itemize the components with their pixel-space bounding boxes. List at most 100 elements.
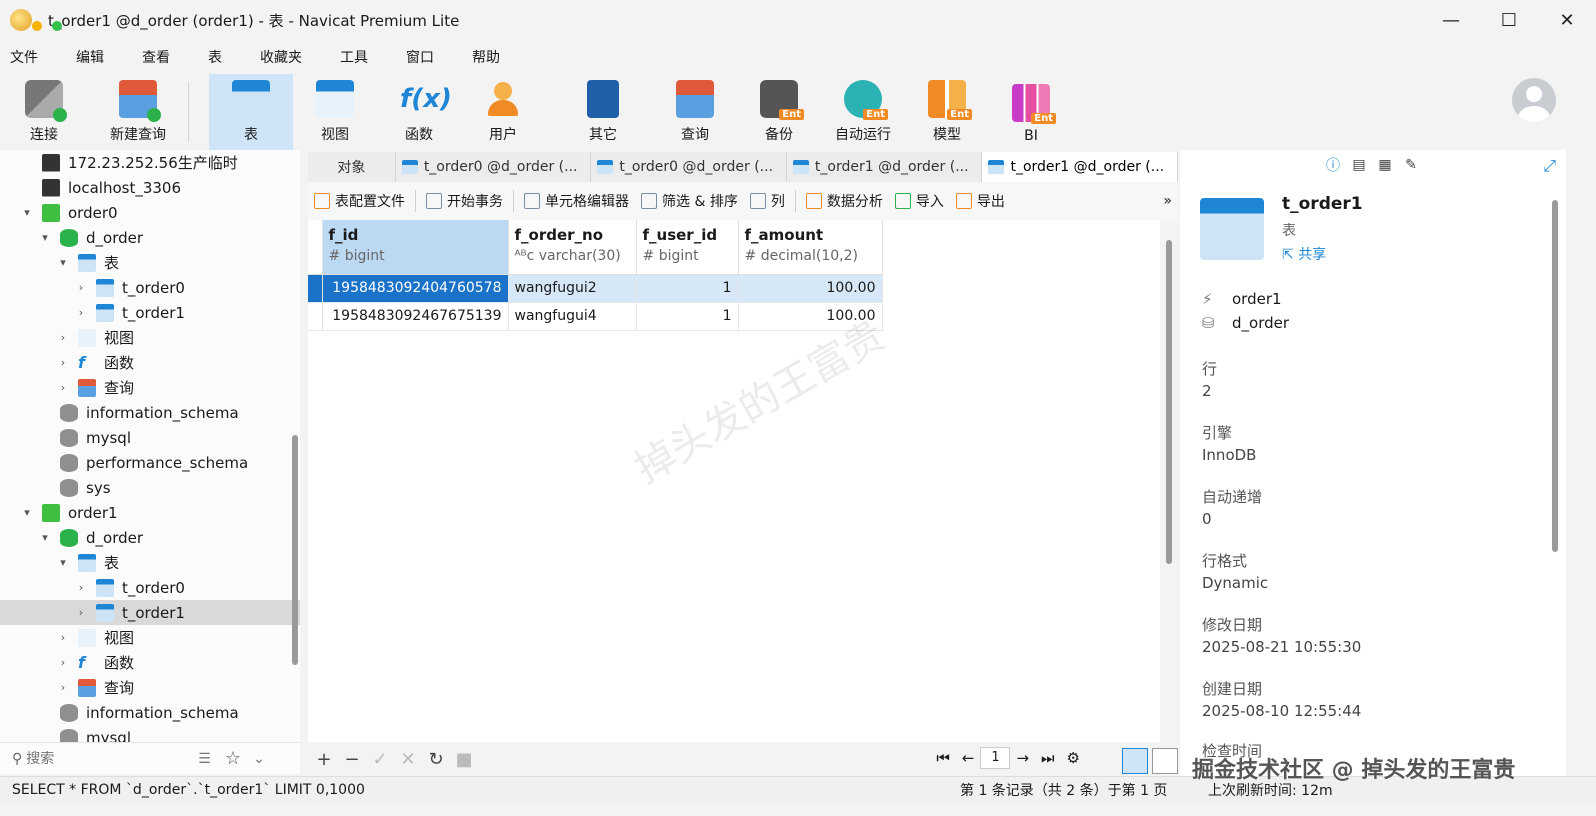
tab-t-order1-1[interactable]: t_order1 @d_order (... bbox=[787, 152, 983, 182]
import-button[interactable]: 导入 bbox=[889, 191, 950, 211]
table-cell[interactable]: 100.00 bbox=[738, 274, 883, 303]
tab-t-order0-1[interactable]: t_order0 @d_order (... bbox=[396, 152, 592, 182]
menu-table[interactable]: 表 bbox=[196, 47, 234, 67]
chevron-right-icon[interactable]: › bbox=[56, 331, 70, 344]
grid-scrollbar[interactable] bbox=[1166, 240, 1172, 564]
tree-database-d-order[interactable]: ▾ d_order bbox=[0, 525, 300, 550]
tab-objects[interactable]: 对象 bbox=[308, 152, 396, 182]
tree-connection-order0[interactable]: ▾ order0 bbox=[0, 200, 300, 225]
ent-feature-icon[interactable]: ✎ bbox=[1398, 154, 1424, 176]
info-panel-scrollbar[interactable] bbox=[1552, 200, 1558, 552]
tree-database-information-schema[interactable]: information_schema bbox=[0, 700, 300, 725]
chevron-right-icon[interactable]: › bbox=[56, 356, 70, 369]
share-button[interactable]: ⇱ 共享 bbox=[1282, 244, 1326, 264]
prev-page-button[interactable]: ← bbox=[962, 749, 975, 767]
view-button[interactable]: 视图 bbox=[293, 74, 377, 150]
chevron-right-icon[interactable]: › bbox=[74, 606, 88, 619]
chevron-right-icon[interactable]: › bbox=[74, 581, 88, 594]
menu-edit[interactable]: 编辑 bbox=[64, 47, 116, 67]
chevron-down-icon[interactable]: ▾ bbox=[38, 231, 52, 244]
add-record-button[interactable]: + bbox=[310, 749, 338, 770]
user-avatar[interactable] bbox=[1512, 78, 1556, 122]
chevron-down-icon[interactable]: ▾ bbox=[38, 531, 52, 544]
column-header-f-order-no[interactable]: f_order_no ᴬᴮc varchar(30) bbox=[508, 220, 637, 275]
tab-t-order1-active[interactable]: t_order1 @d_order (... bbox=[982, 152, 1178, 182]
info-icon[interactable]: ⓘ bbox=[1320, 154, 1346, 176]
close-button[interactable]: ✕ bbox=[1538, 0, 1596, 40]
tree-database-information-schema[interactable]: information_schema bbox=[0, 400, 300, 425]
chevron-right-icon[interactable]: › bbox=[56, 381, 70, 394]
table-cell[interactable]: 1 bbox=[636, 274, 739, 303]
maximize-button[interactable]: ☐ bbox=[1480, 0, 1538, 40]
more-button[interactable]: » bbox=[1157, 193, 1178, 209]
connect-button[interactable]: 连接 bbox=[0, 74, 88, 150]
expand-icon[interactable]: ⤢ bbox=[1543, 156, 1556, 176]
chevron-down-icon[interactable]: ▾ bbox=[56, 556, 70, 569]
tree-table-t-order1[interactable]: › t_order1 bbox=[0, 300, 300, 325]
chevron-right-icon[interactable]: › bbox=[74, 306, 88, 319]
table-cell[interactable]: 1 bbox=[636, 302, 739, 331]
tree-folder-functions[interactable]: › f 函数 bbox=[0, 350, 300, 375]
columns-button[interactable]: 列 bbox=[744, 191, 791, 211]
table-cell[interactable]: 1958483092404760578 bbox=[322, 274, 509, 303]
first-page-button[interactable]: ⏮ bbox=[936, 749, 950, 767]
filter-icon[interactable]: ☰ bbox=[198, 751, 211, 767]
new-query-button[interactable]: 新建查询 bbox=[88, 74, 188, 150]
chevron-right-icon[interactable]: › bbox=[56, 631, 70, 644]
column-header-f-amount[interactable]: f_amount # decimal(10,2) bbox=[738, 220, 883, 275]
delete-record-button[interactable]: − bbox=[338, 749, 366, 770]
table-cell[interactable]: wangfugui4 bbox=[508, 302, 637, 331]
chevron-down-icon[interactable]: ▾ bbox=[20, 206, 34, 219]
menu-window[interactable]: 窗口 bbox=[394, 47, 446, 67]
table-row[interactable]: 1958483092404760578 wangfugui2 1 100.00 bbox=[308, 274, 883, 303]
chevron-down-icon[interactable]: ▾ bbox=[56, 256, 70, 269]
chevron-right-icon[interactable]: › bbox=[74, 281, 88, 294]
sidebar-scrollbar[interactable] bbox=[292, 435, 298, 665]
grid-view-button[interactable] bbox=[1122, 748, 1148, 774]
sidebar-search-input[interactable] bbox=[26, 750, 187, 767]
form-view-button[interactable] bbox=[1152, 748, 1178, 774]
backup-button[interactable]: Ent 备份 bbox=[737, 74, 821, 150]
minimize-button[interactable]: — bbox=[1422, 0, 1480, 40]
tree-table-t-order1-selected[interactable]: › t_order1 bbox=[0, 600, 300, 625]
refresh-button[interactable]: ↻ bbox=[422, 749, 450, 770]
tree-folder-tables[interactable]: ▾ 表 bbox=[0, 250, 300, 275]
chevron-right-icon[interactable]: › bbox=[56, 681, 70, 694]
menu-file[interactable]: 文件 bbox=[0, 47, 50, 67]
page-number-input[interactable]: 1 bbox=[980, 747, 1011, 769]
stop-button[interactable]: ■ bbox=[450, 749, 478, 770]
tree-folder-queries[interactable]: › 查询 bbox=[0, 375, 300, 400]
column-header-f-id[interactable]: f_id # bigint bbox=[322, 220, 509, 275]
menu-view[interactable]: 查看 bbox=[130, 47, 182, 67]
model-button[interactable]: Ent 模型 bbox=[905, 74, 989, 150]
export-button[interactable]: 导出 bbox=[950, 191, 1011, 211]
table-cell[interactable]: wangfugui2 bbox=[508, 274, 637, 303]
table-cell[interactable]: 1958483092467675139 bbox=[322, 302, 509, 331]
tree-folder-queries[interactable]: › 查询 bbox=[0, 675, 300, 700]
chevron-right-icon[interactable]: › bbox=[56, 656, 70, 669]
menu-help[interactable]: 帮助 bbox=[460, 47, 512, 67]
table-button[interactable]: 表 bbox=[209, 74, 293, 150]
function-button[interactable]: f(x) 函数 bbox=[377, 74, 461, 150]
table-row[interactable]: 1958483092467675139 wangfugui4 1 100.00 bbox=[308, 302, 883, 331]
star-icon[interactable]: ☆ bbox=[225, 748, 241, 769]
table-cell[interactable]: 100.00 bbox=[738, 302, 883, 331]
ddl-icon[interactable]: ▤ bbox=[1346, 154, 1372, 176]
row-marker[interactable] bbox=[308, 274, 323, 303]
collapse-icon[interactable]: ⌄ bbox=[253, 751, 265, 767]
next-page-button[interactable]: → bbox=[1016, 749, 1029, 767]
tree-folder-tables[interactable]: ▾ 表 bbox=[0, 550, 300, 575]
menu-tools[interactable]: 工具 bbox=[328, 47, 380, 67]
tree-connection-order1[interactable]: ▾ order1 bbox=[0, 500, 300, 525]
menu-favorites[interactable]: 收藏夹 bbox=[248, 47, 314, 67]
data-analysis-button[interactable]: 数据分析 bbox=[800, 191, 889, 211]
tree-table-t-order0[interactable]: › t_order0 bbox=[0, 575, 300, 600]
tree-folder-views[interactable]: › 视图 bbox=[0, 325, 300, 350]
discard-changes-button[interactable]: ✕ bbox=[394, 749, 422, 770]
table-profile-button[interactable]: 表配置文件 bbox=[308, 191, 411, 211]
row-marker[interactable] bbox=[308, 302, 323, 331]
tree-connection-prod[interactable]: 172.23.252.56生产临时 bbox=[0, 150, 300, 175]
filter-sort-button[interactable]: 筛选 & 排序 bbox=[635, 191, 744, 211]
tree-folder-functions[interactable]: › f 函数 bbox=[0, 650, 300, 675]
grid-icon[interactable]: ▦ bbox=[1372, 154, 1398, 176]
